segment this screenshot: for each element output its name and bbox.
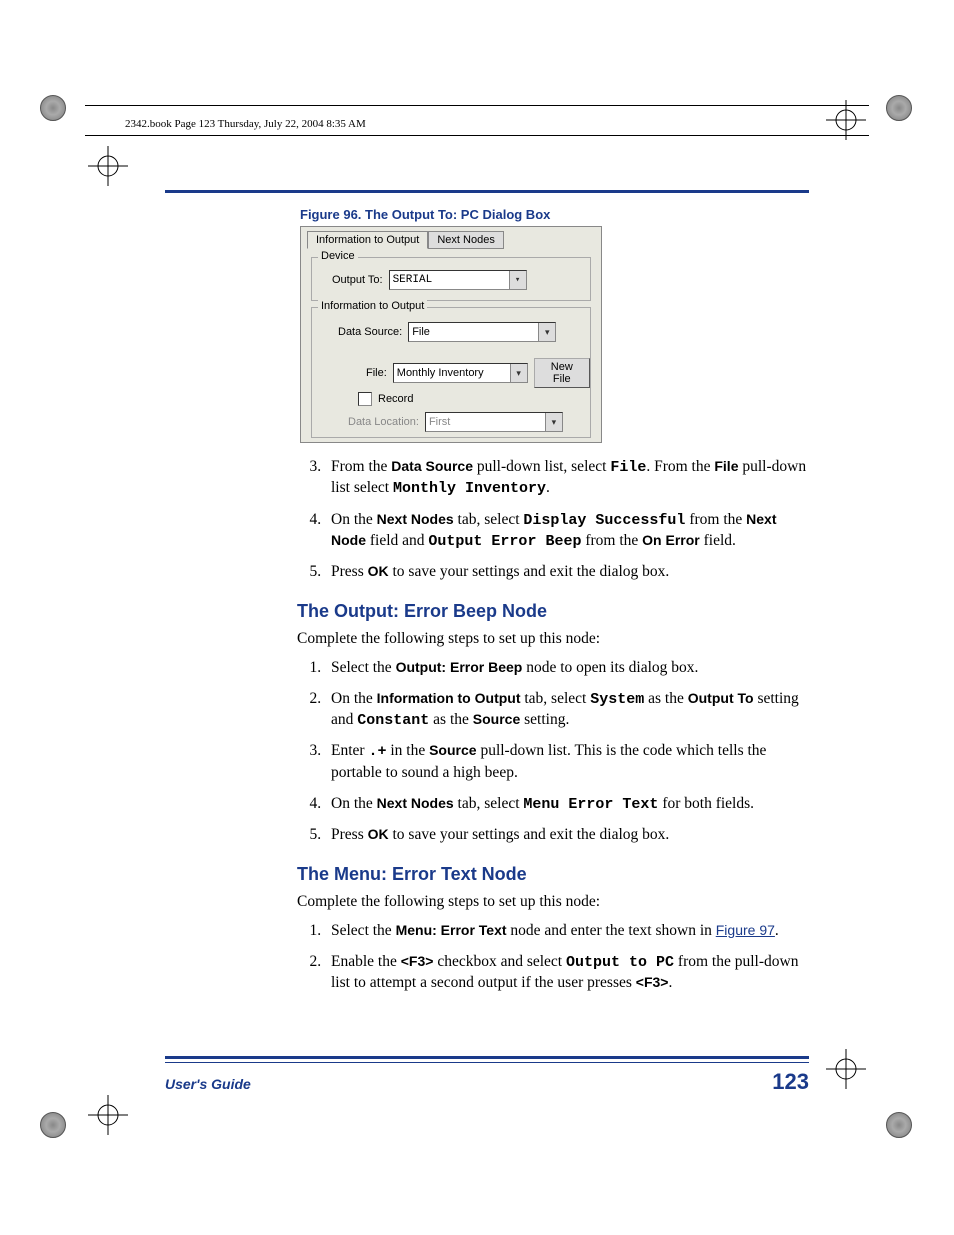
section-intro: Complete the following steps to set up t… [297, 630, 809, 648]
corner-ornament [40, 1112, 68, 1140]
list-item: On the Next Nodes tab, select Display Su… [325, 510, 809, 553]
record-checkbox[interactable] [358, 392, 372, 406]
list-item: On the Information to Output tab, select… [325, 689, 809, 732]
figure-link[interactable]: Figure 97 [716, 922, 775, 938]
footer-page-number: 123 [772, 1069, 809, 1095]
dropdown-icon[interactable] [510, 364, 527, 382]
new-file-button[interactable]: New File [534, 358, 590, 388]
data-source-label: Data Source: [338, 326, 402, 338]
header-rule [85, 135, 869, 136]
record-label: Record [378, 393, 413, 405]
list-item: Press OK to save your settings and exit … [325, 562, 809, 583]
figure-caption: Figure 96. The Output To: PC Dialog Box [300, 207, 809, 222]
dropdown-icon [545, 413, 562, 431]
list-item: Press OK to save your settings and exit … [325, 825, 809, 846]
registration-mark-icon [88, 1095, 128, 1135]
tab-next-nodes[interactable]: Next Nodes [428, 231, 503, 249]
list-item: Enter .+ in the Source pull-down list. T… [325, 741, 809, 783]
corner-ornament [886, 1112, 914, 1140]
tab-info-to-output[interactable]: Information to Output [307, 231, 428, 249]
data-location-label: Data Location: [348, 416, 419, 428]
list-item: Select the Output: Error Beep node to op… [325, 658, 809, 679]
corner-ornament [40, 95, 68, 123]
dropdown-icon[interactable] [509, 271, 526, 289]
page-footer: User's Guide 123 [165, 1056, 809, 1095]
corner-ornament [886, 95, 914, 123]
data-location-select: First [425, 412, 563, 432]
dialog-screenshot: Information to OutputNext Nodes Device O… [300, 226, 602, 443]
footer-title: User's Guide [165, 1076, 251, 1092]
section-rule [165, 190, 809, 193]
output-to-select[interactable]: SERIAL [389, 270, 527, 290]
registration-mark-icon [826, 100, 866, 140]
section-heading: The Output: Error Beep Node [297, 601, 809, 622]
groupbox-info-legend: Information to Output [318, 300, 427, 312]
header-rule [85, 105, 869, 106]
list-item: From the Data Source pull-down list, sel… [325, 457, 809, 500]
section-heading: The Menu: Error Text Node [297, 864, 809, 885]
registration-mark-icon [826, 1049, 866, 1089]
data-source-select[interactable]: File [408, 322, 556, 342]
file-label: File: [366, 367, 387, 379]
list-item: On the Next Nodes tab, select Menu Error… [325, 794, 809, 815]
output-to-label: Output To: [332, 274, 383, 286]
book-header-text: 2342.book Page 123 Thursday, July 22, 20… [125, 118, 366, 130]
section-intro: Complete the following steps to set up t… [297, 893, 809, 911]
list-item: Select the Menu: Error Text node and ent… [325, 921, 809, 942]
dropdown-icon[interactable] [538, 323, 555, 341]
groupbox-device-legend: Device [318, 250, 358, 262]
list-item: Enable the <F3> checkbox and select Outp… [325, 952, 809, 994]
registration-mark-icon [88, 146, 128, 186]
file-select[interactable]: Monthly Inventory [393, 363, 528, 383]
